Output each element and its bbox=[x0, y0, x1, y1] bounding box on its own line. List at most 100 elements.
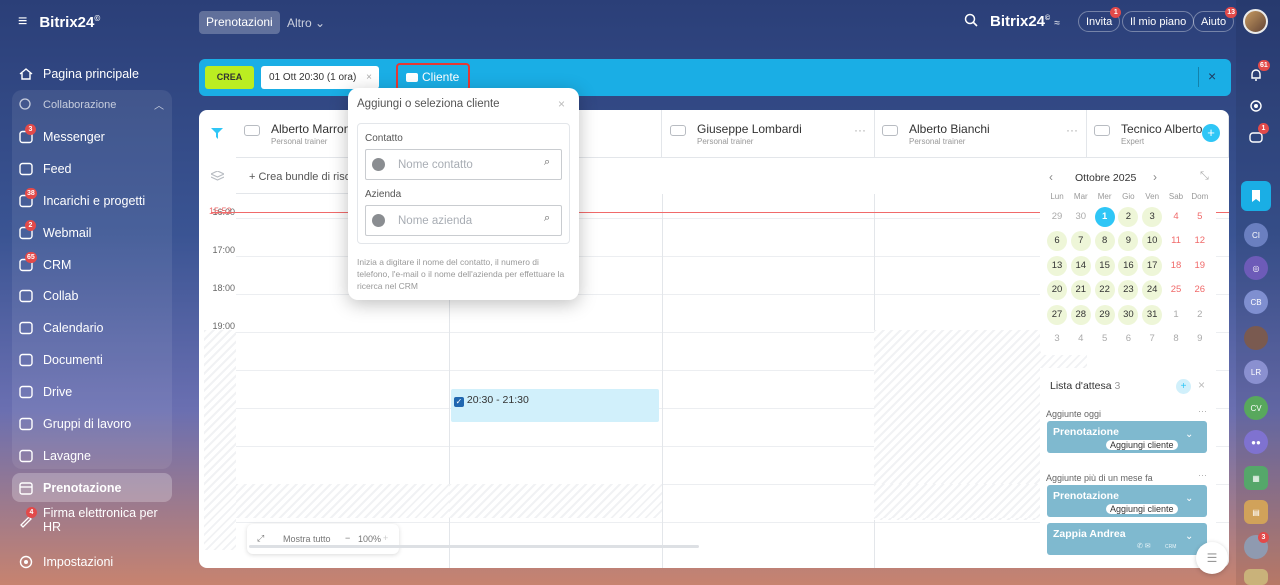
calendar-day[interactable]: 20 bbox=[1047, 280, 1067, 301]
copilot-chat-icon[interactable]: ◎ bbox=[1244, 256, 1268, 280]
calendar-day[interactable]: 21 bbox=[1070, 280, 1091, 301]
avatar[interactable]: 3 bbox=[1244, 532, 1269, 559]
close-toolbar-icon[interactable]: × bbox=[1208, 68, 1216, 84]
calendar-day[interactable]: 28 bbox=[1070, 304, 1091, 325]
zoom-out-button[interactable]: − bbox=[345, 533, 350, 543]
sidebar-item-settings[interactable]: Impostazioni bbox=[12, 547, 172, 576]
calendar-day[interactable]: 1 bbox=[1094, 207, 1115, 227]
calendar-day[interactable]: 9 bbox=[1118, 231, 1139, 252]
calendar-day[interactable]: 6 bbox=[1118, 329, 1138, 349]
sidebar-item-home[interactable]: Pagina principale bbox=[12, 59, 172, 88]
calendar-chat-icon[interactable]: ▦ bbox=[1244, 466, 1268, 490]
waitlist-card[interactable]: Prenotazione Aggiungi cliente ⌄ bbox=[1047, 421, 1207, 453]
chevron-up-icon[interactable]: ︿ bbox=[154, 97, 164, 112]
search-icon[interactable]: ⌕ bbox=[544, 156, 550, 169]
contact-input[interactable]: Nome contatto bbox=[398, 159, 473, 171]
calendar-day[interactable]: 1 bbox=[1166, 305, 1186, 325]
sidebar-item-webmail[interactable]: 2 Webmail bbox=[12, 218, 172, 247]
sidebar-item-gruppi-di-lavoro[interactable]: Gruppi di lavoro bbox=[12, 409, 172, 438]
calendar-day[interactable]: 27 bbox=[1047, 304, 1067, 325]
notifications-icon[interactable]: 61 bbox=[1244, 60, 1270, 87]
chevron-down-icon[interactable]: ⌄ bbox=[1185, 531, 1193, 542]
waitlist-card[interactable]: Zappia Andrea ✆ ✉ CRM ⌄ bbox=[1047, 523, 1207, 555]
more-icon[interactable]: ··· bbox=[1198, 406, 1207, 416]
calendar-day[interactable]: 13 bbox=[1047, 255, 1067, 276]
calendar-day[interactable]: 29 bbox=[1047, 207, 1067, 227]
filter-icon[interactable] bbox=[211, 128, 223, 139]
checkbox-checked-icon[interactable]: ✓ bbox=[454, 397, 464, 407]
avatar[interactable]: CV bbox=[1244, 396, 1268, 420]
resource-column-header[interactable]: Alberto Bianchi Personal trainer ··· bbox=[874, 110, 1087, 158]
chevron-down-icon[interactable]: ⌄ bbox=[1185, 429, 1193, 440]
collapse-icon[interactable]: ⤡ bbox=[1200, 170, 1209, 183]
calendar-day[interactable]: 24 bbox=[1142, 280, 1163, 301]
chat-icon[interactable]: 1 bbox=[1244, 123, 1269, 150]
calendar-day[interactable]: 23 bbox=[1118, 280, 1139, 301]
avatar[interactable] bbox=[1244, 326, 1268, 350]
group-chat-icon[interactable]: ●● bbox=[1244, 430, 1268, 454]
close-icon[interactable]: × bbox=[1198, 378, 1205, 392]
calendar-day[interactable]: 3 bbox=[1142, 207, 1163, 227]
calendar-day[interactable]: 22 bbox=[1094, 280, 1115, 301]
sidebar-section-collab[interactable]: Collaborazione ︿ bbox=[12, 90, 172, 119]
my-plan-button[interactable]: Il mio piano bbox=[1122, 11, 1195, 32]
sidebar-item-prenotazione[interactable]: Prenotazione bbox=[12, 473, 172, 502]
calendar-day[interactable]: 11 bbox=[1166, 231, 1186, 251]
copilot-icon[interactable] bbox=[1244, 94, 1268, 118]
close-icon[interactable]: × bbox=[558, 97, 565, 111]
tab-more[interactable]: Altro ⌄ bbox=[287, 16, 325, 30]
calendar-day[interactable]: 7 bbox=[1142, 329, 1162, 349]
list-icon[interactable]: ☰ bbox=[1196, 542, 1228, 574]
avatar[interactable]: CI bbox=[1244, 223, 1268, 247]
sidebar-item-firma[interactable]: 4 Firma elettronica per HR bbox=[12, 505, 172, 534]
more-icon[interactable]: ··· bbox=[1198, 470, 1207, 480]
calendar-day[interactable]: 3 bbox=[1047, 329, 1067, 349]
calendar-day[interactable]: 25 bbox=[1166, 280, 1186, 300]
add-resource-button[interactable]: + bbox=[1202, 124, 1220, 142]
show-all-button[interactable]: Mostra tutto bbox=[283, 534, 331, 544]
tasks-chat-icon[interactable] bbox=[1244, 569, 1268, 585]
tab-prenotazioni[interactable]: Prenotazioni bbox=[199, 11, 280, 34]
horizontal-scrollbar[interactable] bbox=[249, 545, 699, 548]
calendar-day[interactable]: 17 bbox=[1142, 255, 1163, 276]
contact-field[interactable]: Nome contatto ⌕ bbox=[365, 149, 562, 180]
calendar-day[interactable]: 9 bbox=[1190, 329, 1210, 349]
avatar[interactable]: CB bbox=[1244, 290, 1268, 314]
create-button[interactable]: CREA bbox=[205, 66, 254, 89]
calendar-day[interactable]: 29 bbox=[1094, 304, 1115, 325]
help-button[interactable]: Aiuto 13 bbox=[1193, 7, 1238, 32]
calendar-day[interactable]: 8 bbox=[1094, 231, 1115, 252]
sidebar-item-collab[interactable]: Collab bbox=[12, 281, 172, 310]
layers-icon[interactable] bbox=[211, 171, 224, 182]
calendar-day[interactable]: 30 bbox=[1118, 304, 1139, 325]
more-icon[interactable]: ··· bbox=[1066, 123, 1078, 137]
add-client-button[interactable]: Aggiungi cliente bbox=[1106, 504, 1178, 514]
message-chat-icon[interactable]: ▤ bbox=[1244, 500, 1268, 524]
search-icon[interactable]: ⌕ bbox=[544, 212, 550, 225]
calendar-day[interactable]: 5 bbox=[1095, 329, 1115, 349]
sidebar-item-feed[interactable]: Feed bbox=[12, 154, 172, 183]
booking-event[interactable]: ✓ 20:30 - 21:30 bbox=[451, 389, 659, 422]
datetime-chip[interactable]: 01 Ott 20:30 (1 ora) × bbox=[261, 66, 379, 89]
avatar[interactable]: LR bbox=[1244, 360, 1268, 384]
zoom-in-button[interactable]: + bbox=[383, 533, 388, 543]
calendar-day[interactable]: 31 bbox=[1142, 304, 1163, 325]
sidebar-item-lavagne[interactable]: Lavagne bbox=[12, 441, 172, 470]
invite-button[interactable]: Invita 1 bbox=[1078, 7, 1122, 32]
sidebar-item-documenti[interactable]: Documenti bbox=[12, 345, 172, 374]
calendar-day[interactable]: 4 bbox=[1071, 329, 1091, 349]
company-field[interactable]: Nome azienda ⌕ bbox=[365, 205, 562, 236]
client-button[interactable]: Cliente bbox=[396, 63, 470, 91]
calendar-day[interactable]: 7 bbox=[1070, 231, 1091, 252]
calendar-day[interactable]: 18 bbox=[1166, 256, 1186, 276]
chevron-left-icon[interactable]: ‹ bbox=[1049, 170, 1053, 184]
sidebar-item-incarichi-e-progetti[interactable]: 38 Incarichi e progetti bbox=[12, 186, 172, 215]
waitlist-card[interactable]: Prenotazione Aggiungi cliente ⌄ bbox=[1047, 485, 1207, 517]
chevron-right-icon[interactable]: › bbox=[1153, 170, 1157, 184]
create-bundle-link[interactable]: + Crea bundle di riso bbox=[249, 171, 351, 183]
calendar-day[interactable]: 8 bbox=[1166, 329, 1186, 349]
search-icon[interactable] bbox=[964, 13, 979, 28]
resource-column-header[interactable]: Giuseppe Lombardi Personal trainer ··· bbox=[662, 110, 875, 158]
calendar-day[interactable]: 30 bbox=[1071, 207, 1091, 227]
company-input[interactable]: Nome azienda bbox=[398, 215, 472, 227]
